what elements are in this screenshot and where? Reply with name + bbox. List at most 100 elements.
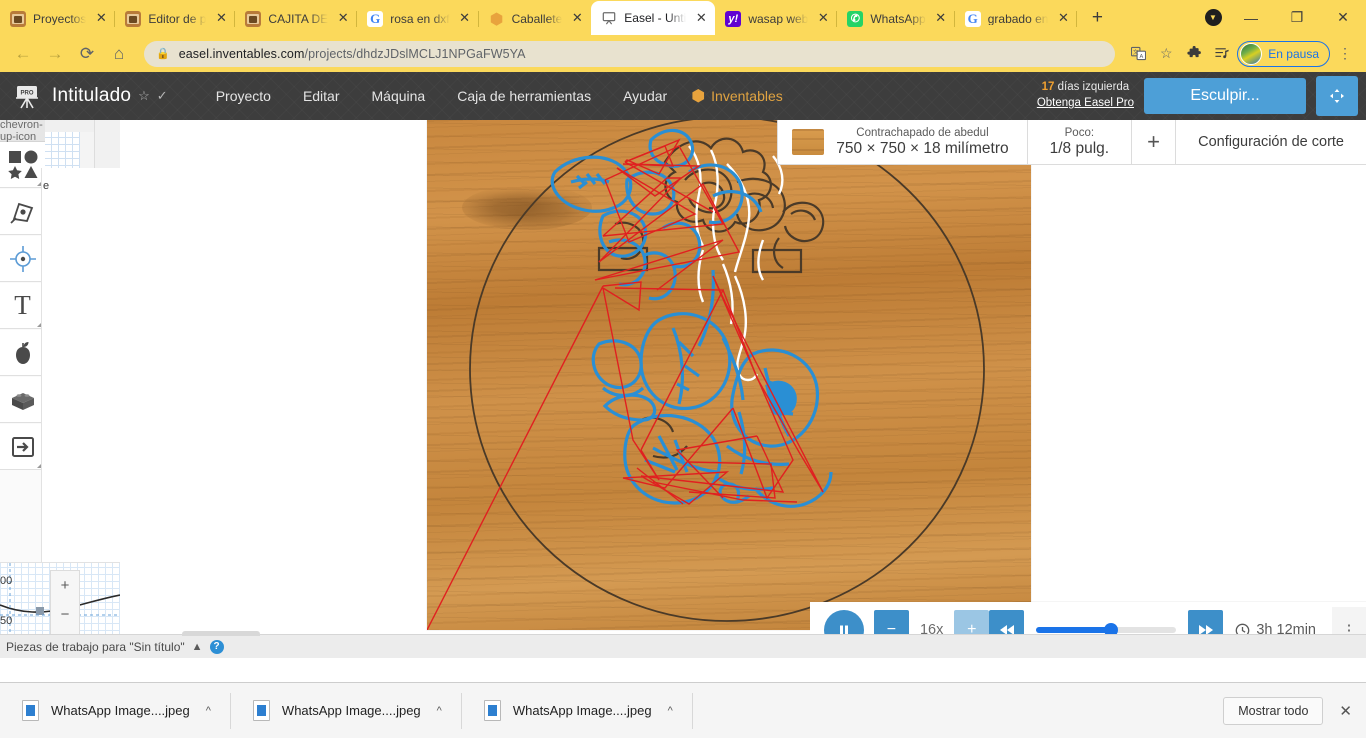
cut-settings-button[interactable]: Configuración de corte [1176, 120, 1366, 164]
browser-tab-5-active[interactable]: Easel - Unti ✕ [591, 1, 715, 35]
target-icon[interactable] [0, 236, 45, 282]
extensions-icon[interactable] [1181, 41, 1207, 67]
import-icon[interactable] [0, 424, 45, 470]
fullscreen-arrows-icon[interactable] [1316, 76, 1358, 116]
url-path: /projects/dhdzJDslMCLJ1NPGaFW5YA [305, 47, 526, 61]
tab-label: grabado en [988, 13, 1049, 25]
tab-close-icon[interactable]: ✕ [93, 11, 109, 27]
browser-tab-0[interactable]: Proyectos ✕ [0, 2, 115, 35]
menu-item-caja-de-herramientas[interactable]: Caja de herramientas [441, 72, 607, 120]
tab-close-icon[interactable]: ✕ [933, 11, 949, 27]
back-button[interactable]: ← [8, 39, 38, 69]
inventables-link[interactable]: ⬢ Inventables [691, 86, 783, 106]
tab-close-icon[interactable]: ✕ [335, 11, 351, 27]
browser-tab-3[interactable]: G rosa en dxf ✕ [357, 2, 478, 35]
close-icon[interactable]: ✕ [1339, 702, 1352, 720]
tab-close-icon[interactable]: ✕ [815, 11, 831, 27]
chevron-up-icon[interactable]: ^ [668, 705, 673, 717]
text-icon[interactable]: T [0, 283, 45, 329]
material-selector[interactable]: Contrachapado de abedul 750 × 750 × 18 m… [778, 120, 1027, 164]
star-icon[interactable]: ☆ [138, 88, 150, 104]
browser-tab-6[interactable]: y! wasap web ✕ [715, 2, 837, 35]
profile-chip[interactable]: En pausa [1237, 41, 1330, 67]
puzzle-glyph [1187, 46, 1202, 61]
download-filename: WhatsApp Image....jpeg [51, 703, 190, 718]
translate-glyph: 文 A [1131, 46, 1146, 61]
new-tab-button[interactable]: + [1083, 4, 1111, 32]
forward-button[interactable]: → [40, 39, 70, 69]
address-bar-url: easel.inventables.com/projects/dhdzJDslM… [179, 47, 526, 61]
window-maximize-button[interactable]: ❐ [1274, 0, 1320, 35]
browser-tab-4[interactable]: ⬢ Caballete ✕ [479, 2, 592, 35]
menu-item-proyecto[interactable]: Proyecto [200, 72, 287, 120]
easel-canvas-workspace[interactable]: − 16x + [120, 120, 1366, 658]
easel-header-right: 17 días izquierda Obtenga Easel Pro Escu… [1037, 72, 1358, 120]
browser-tab-8[interactable]: G grabado en ✕ [955, 2, 1078, 35]
tab-close-icon[interactable]: ✕ [213, 11, 229, 27]
kebab-menu-icon[interactable]: ⋮ [1332, 41, 1358, 67]
download-shelf: WhatsApp Image....jpeg ^ WhatsApp Image.… [0, 682, 1366, 738]
window-profile-icon[interactable]: ▼ [1198, 0, 1228, 35]
browser-tab-7[interactable]: ✆ WhatsApp ✕ [837, 2, 954, 35]
chevron-up-icon[interactable]: ▲ [192, 641, 203, 653]
window-controls: ▼ — ❐ ✕ [1198, 0, 1366, 35]
download-item-0[interactable]: WhatsApp Image....jpeg ^ [0, 683, 231, 739]
show-all-button[interactable]: Mostrar todo [1223, 697, 1323, 725]
menu-item-ayudar[interactable]: Ayudar [607, 72, 683, 120]
bit-selector[interactable]: Poco: 1/8 pulg. [1028, 120, 1132, 164]
background-zoom-in-button[interactable]: + [51, 571, 79, 600]
easel-logo-icon[interactable]: PRO [10, 79, 44, 113]
tab-close-icon[interactable]: ✕ [1055, 11, 1071, 27]
tab-label: Editor de p [148, 13, 206, 25]
background-options-panel [41, 168, 120, 608]
tab-close-icon[interactable]: ✕ [457, 11, 473, 27]
menu-item-editar[interactable]: Editar [287, 72, 356, 120]
pen-node-icon[interactable] [0, 189, 45, 235]
easel-application: PRO Intitulado ☆ ✓ Proyecto Editar Máqui… [0, 72, 1366, 658]
page-title[interactable]: Intitulado [52, 85, 131, 107]
apple-icon[interactable] [0, 330, 45, 376]
add-bit-button[interactable]: + [1132, 120, 1176, 164]
import-glyph [9, 433, 37, 461]
chevron-up-icon[interactable]: ^ [437, 705, 442, 717]
whatsapp-icon: ✆ [847, 11, 863, 27]
workpiece-material[interactable] [427, 120, 1031, 630]
translate-icon[interactable]: 文 A [1125, 41, 1151, 67]
get-easel-pro-link[interactable]: Obtenga Easel Pro [1037, 96, 1134, 112]
download-shelf-actions: Mostrar todo ✕ [1223, 697, 1366, 725]
tab-label: Caballete [512, 13, 563, 25]
menu-item-maquina[interactable]: Máquina [356, 72, 442, 120]
url-domain: easel.inventables.com [179, 47, 305, 61]
reload-button[interactable]: ⟳ [72, 39, 102, 69]
chevron-up-icon[interactable]: ^ [206, 705, 211, 717]
brick-icon[interactable] [0, 377, 45, 423]
background-collapse-icon[interactable]: chevron-up-icon [0, 120, 45, 142]
tab-label: Easel - Unti [624, 12, 686, 24]
download-item-2[interactable]: WhatsApp Image....jpeg ^ [462, 683, 693, 739]
browser-tab-2[interactable]: CAJITA DE ✕ [235, 2, 357, 35]
bookmark-star-icon[interactable]: ☆ [1153, 41, 1179, 67]
download-item-1[interactable]: WhatsApp Image....jpeg ^ [231, 683, 462, 739]
inkscape-icon [125, 11, 141, 27]
easel-glyph [602, 11, 616, 25]
tab-close-icon[interactable]: ✕ [693, 10, 709, 26]
address-bar[interactable]: 🔒 easel.inventables.com/projects/dhdzJDs… [144, 41, 1115, 67]
wood-swatch-icon [792, 129, 824, 155]
home-button[interactable]: ⌂ [104, 39, 134, 69]
browser-tab-1[interactable]: Editor de p ✕ [115, 2, 235, 35]
help-icon[interactable]: ? [210, 640, 224, 654]
carve-button[interactable]: Esculpir... [1144, 78, 1306, 114]
window-close-button[interactable]: ✕ [1320, 0, 1366, 35]
media-icon[interactable] [1209, 41, 1235, 67]
design-artwork[interactable] [427, 120, 1031, 630]
background-zoom-out-button[interactable]: − [51, 600, 79, 629]
easel-header: PRO Intitulado ☆ ✓ Proyecto Editar Máqui… [0, 72, 1366, 120]
svg-text:A: A [1139, 54, 1143, 60]
window-minimize-button[interactable]: — [1228, 0, 1274, 35]
brick-glyph [8, 386, 38, 414]
tab-close-icon[interactable]: ✕ [569, 11, 585, 27]
toolpath-red [427, 140, 823, 630]
shapes-icon[interactable] [0, 142, 45, 188]
google-icon: G [965, 11, 981, 27]
inkscape-icon [10, 11, 26, 27]
